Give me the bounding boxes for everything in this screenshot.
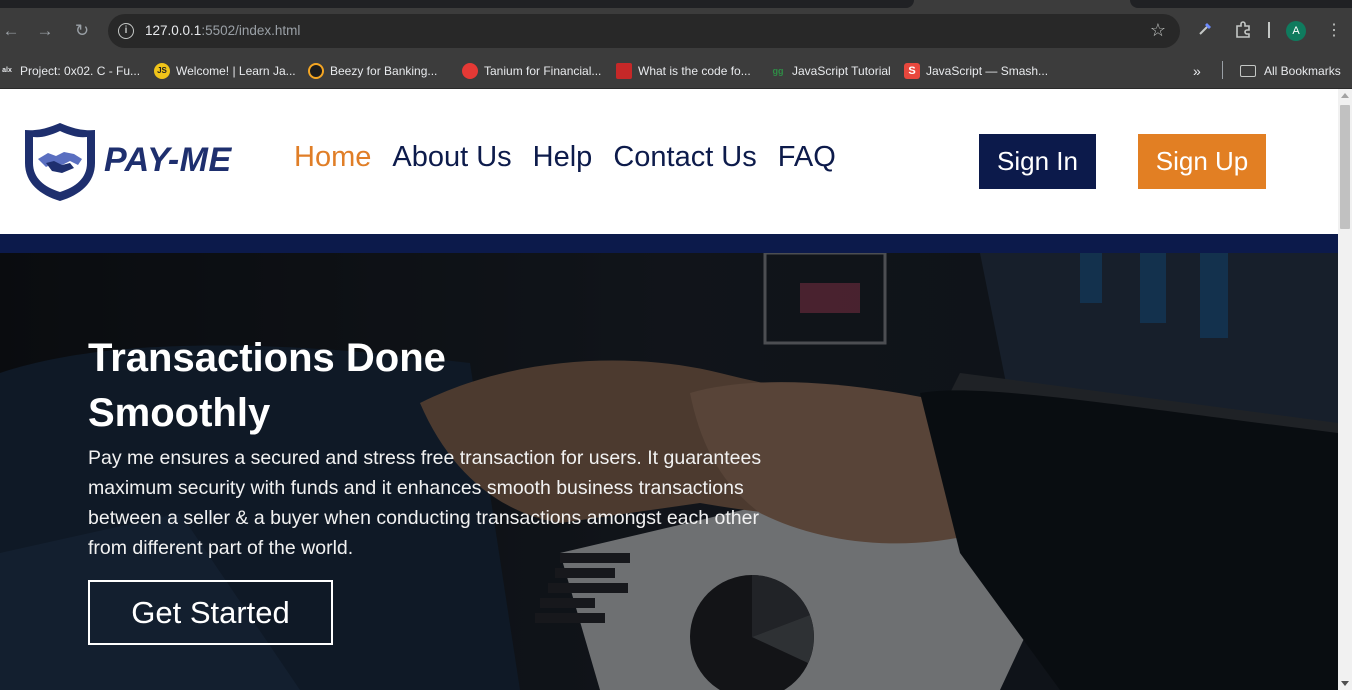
bookmark-item[interactable]: Beezy for Banking... xyxy=(308,61,437,81)
nav-item-faq[interactable]: FAQ xyxy=(778,141,836,174)
scroll-up-icon[interactable] xyxy=(1341,93,1349,98)
alx-icon: alx xyxy=(2,66,12,74)
bookmarks-divider xyxy=(1222,61,1223,79)
bookmark-label: Tanium for Financial... xyxy=(484,64,602,78)
more-bookmarks-icon[interactable]: » xyxy=(1193,61,1201,81)
url-path: :5502/index.html xyxy=(201,23,301,38)
bookmark-label: JavaScript — Smash... xyxy=(926,64,1049,78)
bookmark-item[interactable]: S JavaScript — Smash... xyxy=(904,61,1048,81)
nav-item-help[interactable]: Help xyxy=(533,141,593,174)
nav-item-contact-us[interactable]: Contact Us xyxy=(613,141,756,174)
page-scrollbar[interactable] xyxy=(1338,89,1352,690)
reload-icon[interactable]: ↻ xyxy=(71,20,93,42)
bookmark-star-icon[interactable]: ☆ xyxy=(1150,20,1166,41)
inactive-tab[interactable] xyxy=(1130,0,1352,8)
scrollbar-thumb[interactable] xyxy=(1340,105,1350,229)
url-host: 127.0.0.1 xyxy=(145,23,202,38)
forward-icon[interactable]: → xyxy=(34,20,56,42)
hero-title: Transactions Done Smoothly xyxy=(88,336,446,435)
address-bar[interactable]: i 127.0.0.1:5502/index.html ☆ xyxy=(108,14,1180,48)
bookmark-label: Beezy for Banking... xyxy=(330,64,438,78)
browser-toolbar: ← → ↻ i 127.0.0.1:5502/index.html ☆ A ⋮ xyxy=(0,8,1352,54)
smashing-icon: S xyxy=(904,62,920,79)
main-nav: Home About Us Help Contact Us FAQ xyxy=(294,141,836,174)
bookmarks-bar: alx Project: 0x02. C - Fu... JS Welcome! |… xyxy=(0,54,1352,89)
code-site-icon xyxy=(616,62,632,79)
page-viewport: PAY-ME Home About Us Help Contact Us FAQ… xyxy=(0,89,1338,690)
folder-icon xyxy=(1240,64,1256,77)
js-icon: JS xyxy=(154,62,170,79)
all-bookmarks-button[interactable]: All Bookmarks xyxy=(1240,61,1341,81)
bookmark-item[interactable]: Tanium for Financial... xyxy=(462,61,601,81)
extensions-icon[interactable] xyxy=(1234,20,1252,45)
toolbar-divider xyxy=(1268,22,1270,38)
bookmark-item[interactable]: JS Welcome! | Learn Ja... xyxy=(154,61,296,81)
bookmark-label: JavaScript Tutorial xyxy=(792,64,891,78)
get-started-button[interactable]: Get Started xyxy=(88,580,333,645)
bookmark-item[interactable]: alx Project: 0x02. C - Fu... xyxy=(0,61,140,81)
active-tab[interactable] xyxy=(0,0,914,8)
bookmark-label: Project: 0x02. C - Fu... xyxy=(20,64,141,78)
beezy-icon xyxy=(308,62,324,79)
bookmark-label: Welcome! | Learn Ja... xyxy=(176,64,296,78)
back-icon[interactable]: ← xyxy=(0,20,22,42)
header-divider-band xyxy=(0,234,1338,253)
scroll-down-icon[interactable] xyxy=(1341,681,1349,686)
bookmark-item[interactable]: What is the code fo... xyxy=(616,61,751,81)
profile-avatar[interactable]: A xyxy=(1286,21,1306,41)
tanium-icon xyxy=(462,62,478,79)
brand-name[interactable]: PAY-ME xyxy=(104,141,232,180)
url-text[interactable]: 127.0.0.1:5502/index.html xyxy=(145,23,300,38)
tab-strip xyxy=(0,0,1352,8)
shield-handshake-logo-icon[interactable] xyxy=(22,121,98,203)
site-info-icon[interactable]: i xyxy=(118,23,134,39)
gfg-icon: gg xyxy=(772,65,784,76)
nav-item-about-us[interactable]: About Us xyxy=(392,141,511,174)
nav-item-home[interactable]: Home xyxy=(294,141,371,174)
eyedropper-icon[interactable] xyxy=(1198,20,1214,43)
sign-in-button[interactable]: Sign In xyxy=(979,134,1096,189)
hero-description: Pay me ensures a secured and stress free… xyxy=(88,447,762,559)
hero-section: Transactions Done Smoothly Pay me ensure… xyxy=(0,253,1338,690)
bookmark-item[interactable]: gg JavaScript Tutorial xyxy=(770,61,891,81)
site-header: PAY-ME Home About Us Help Contact Us FAQ… xyxy=(0,89,1338,234)
menu-kebab-icon[interactable]: ⋮ xyxy=(1326,20,1342,42)
all-bookmarks-label: All Bookmarks xyxy=(1264,64,1341,78)
sign-up-button[interactable]: Sign Up xyxy=(1138,134,1266,189)
bookmark-label: What is the code fo... xyxy=(638,64,751,78)
